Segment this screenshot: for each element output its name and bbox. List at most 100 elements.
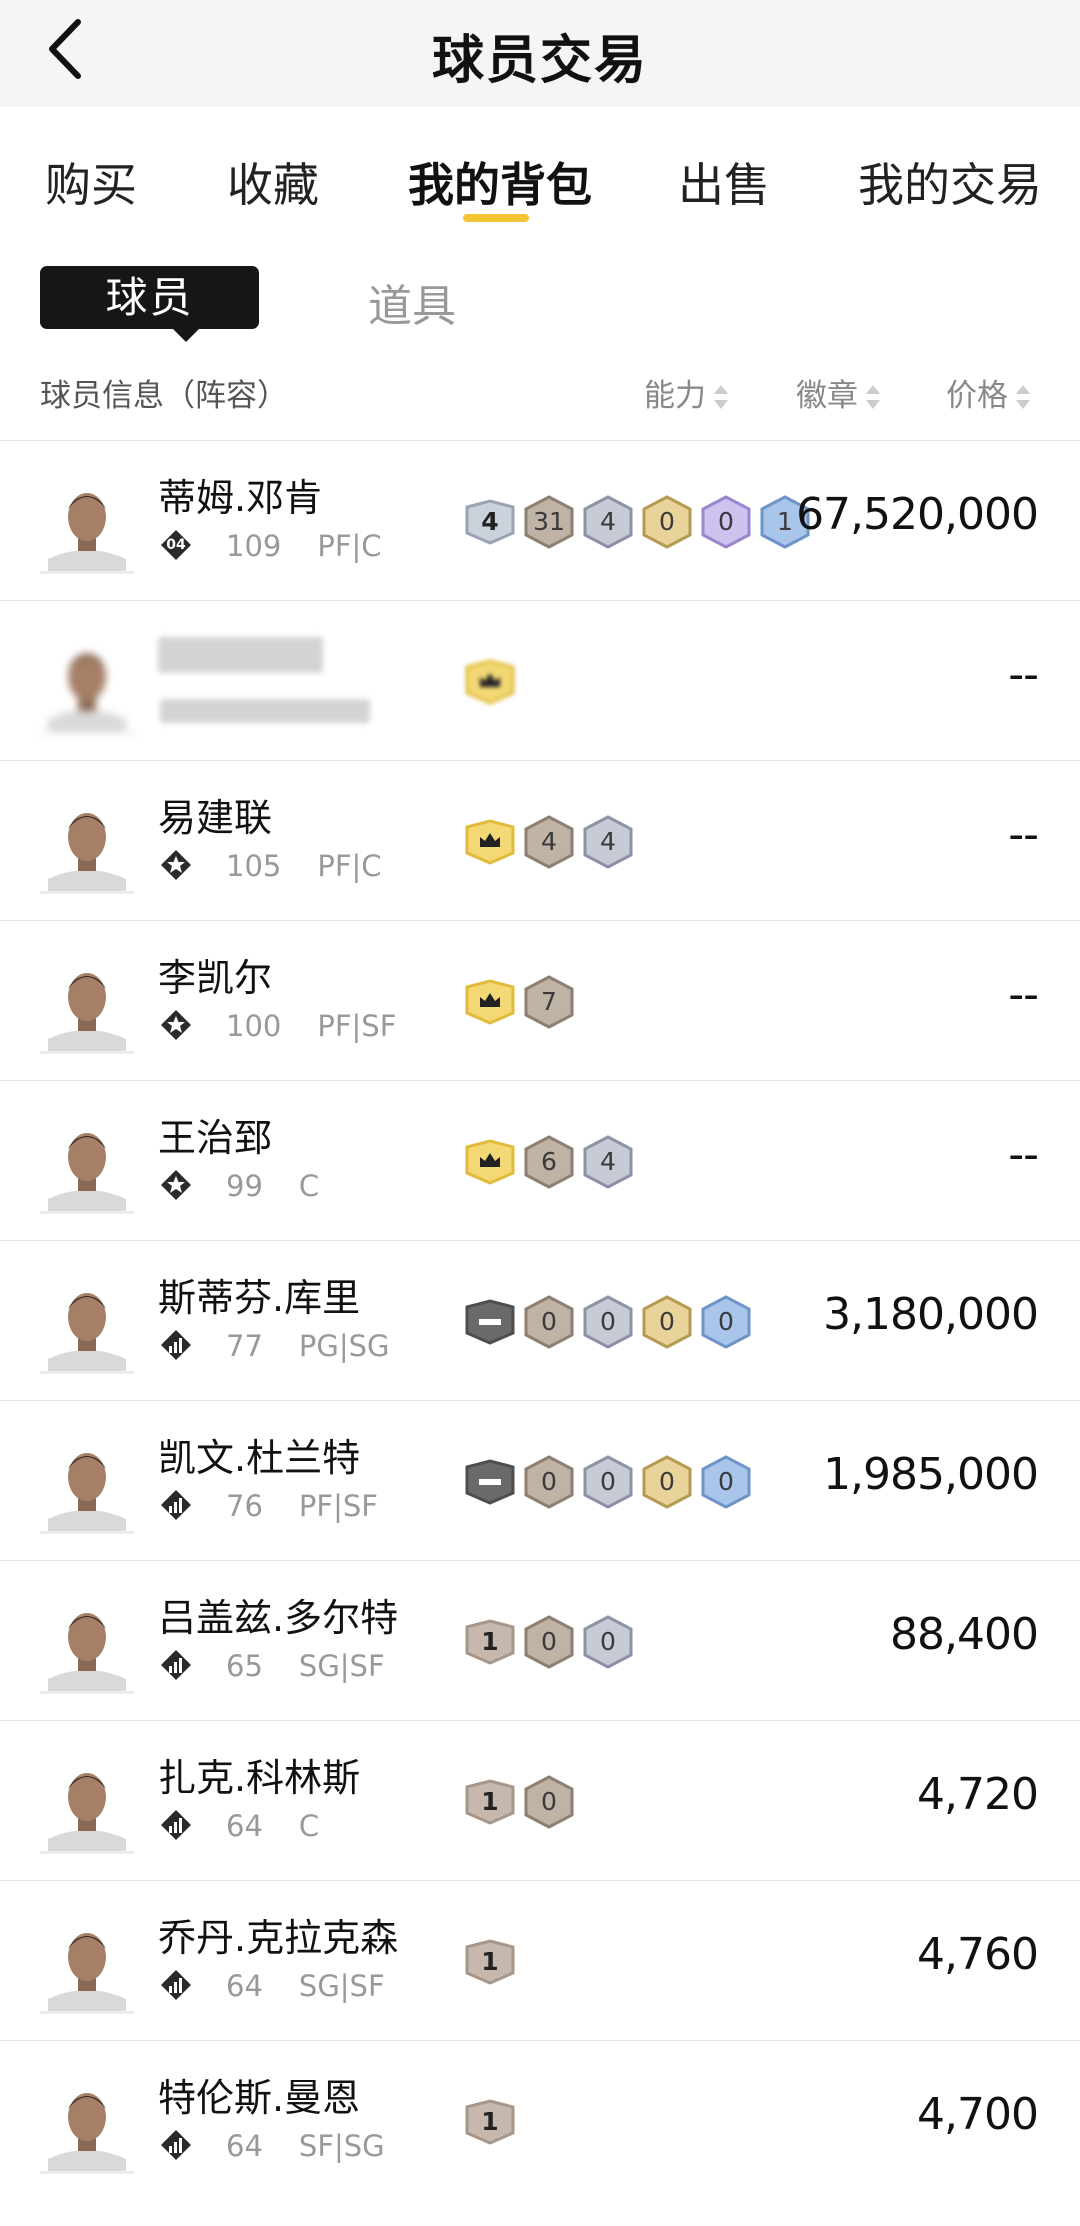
tab-sell[interactable]: 出售 bbox=[678, 149, 770, 215]
player-row[interactable]: 王治郅 99 C 6 4 -- bbox=[0, 1080, 1080, 1241]
badge-count: 0 bbox=[718, 1467, 734, 1496]
top-bar: 球员交易 bbox=[0, 0, 1080, 107]
player-avatar bbox=[40, 1117, 134, 1214]
player-avatar bbox=[40, 2077, 134, 2174]
active-tab-indicator bbox=[463, 214, 529, 222]
player-position: C bbox=[298, 1809, 320, 1843]
player-row[interactable]: 易建联 105 PF|C 4 4 -- bbox=[0, 760, 1080, 921]
player-row[interactable]: 乔丹.克拉克森 64 SG|SF 1 4,760 bbox=[0, 1880, 1080, 2041]
player-position: PG|SG bbox=[298, 1329, 390, 1363]
player-rating: 64 bbox=[226, 1969, 263, 2003]
player-name: 斯蒂芬.库里 bbox=[158, 1276, 361, 1320]
gold-badge-icon: 0 bbox=[641, 1455, 693, 1509]
badge-count: 4 bbox=[600, 507, 616, 536]
level-bronze-badge-icon: 1 bbox=[464, 1775, 516, 1829]
badge-count: 0 bbox=[541, 1307, 557, 1336]
tab-my-trades[interactable]: 我的交易 bbox=[858, 149, 1042, 215]
player-position: PF|SF bbox=[317, 1009, 397, 1043]
player-avatar bbox=[40, 477, 134, 574]
badge-count: 0 bbox=[600, 1627, 616, 1656]
column-header-ability[interactable]: 能力 bbox=[644, 370, 728, 415]
player-name: 李凯尔 bbox=[158, 956, 273, 1000]
badge-count: 0 bbox=[541, 1627, 557, 1656]
tier-04-icon: 04 bbox=[160, 529, 192, 561]
tab-favorites[interactable]: 收藏 bbox=[227, 149, 319, 215]
dash-badge-icon bbox=[464, 1295, 516, 1349]
player-price: 4,700 bbox=[917, 2089, 1039, 2140]
player-row[interactable]: 特伦斯.曼恩 64 SF|SG 1 4,700 bbox=[0, 2040, 1080, 2201]
player-avatar bbox=[40, 957, 134, 1054]
player-name: 王治郅 bbox=[158, 1116, 273, 1160]
player-row[interactable]: -- bbox=[0, 600, 1080, 761]
player-row[interactable]: 李凯尔 100 PF|SF 7 -- bbox=[0, 920, 1080, 1081]
player-meta: 100 PF|SF bbox=[226, 1009, 396, 1043]
player-rating: 64 bbox=[226, 2129, 263, 2163]
badge-count: 0 bbox=[541, 1787, 557, 1816]
badge-count: 0 bbox=[541, 1467, 557, 1496]
badge-count: 1 bbox=[481, 1947, 499, 1976]
price-label: 价格 bbox=[946, 378, 1008, 414]
player-row[interactable]: 凯文.杜兰特 76 PF|SF 0 0 0 0 1,985,000 bbox=[0, 1400, 1080, 1561]
dash-badge-icon bbox=[464, 1455, 516, 1509]
player-meta: 76 PF|SF bbox=[226, 1489, 378, 1523]
player-position: C bbox=[298, 1169, 320, 1203]
tab-my-backpack[interactable]: 我的背包 bbox=[408, 149, 592, 215]
blue-badge-icon: 0 bbox=[700, 1455, 752, 1509]
bronze-badge-icon: 0 bbox=[523, 1775, 575, 1829]
purple-badge-icon: 0 bbox=[700, 495, 752, 549]
player-price: 67,520,000 bbox=[796, 489, 1039, 540]
badge-count: 0 bbox=[718, 1307, 734, 1336]
bronze-badge-icon: 4 bbox=[523, 815, 575, 869]
tab-buy[interactable]: 购买 bbox=[45, 149, 137, 215]
bronze-badge-icon: 6 bbox=[523, 1135, 575, 1189]
silver-badge-icon: 4 bbox=[582, 495, 634, 549]
player-row[interactable]: 斯蒂芬.库里 77 PG|SG 0 0 0 0 3,180,000 bbox=[0, 1240, 1080, 1401]
subtab-items[interactable]: 道具 bbox=[368, 270, 456, 334]
player-avatar bbox=[40, 1277, 134, 1374]
column-header-price[interactable]: 价格 bbox=[946, 370, 1030, 415]
player-avatar bbox=[40, 637, 134, 734]
player-price: 4,720 bbox=[917, 1769, 1039, 1820]
badge-count: 1 bbox=[481, 1787, 499, 1816]
crown-badge-icon bbox=[464, 815, 516, 869]
badge-count: 0 bbox=[600, 1307, 616, 1336]
player-meta: 65 SG|SF bbox=[226, 1649, 385, 1683]
column-header-badges[interactable]: 徽章 bbox=[796, 370, 880, 415]
player-rating: 64 bbox=[226, 1809, 263, 1843]
player-meta: 64 SF|SG bbox=[226, 2129, 385, 2163]
bronze-badge-icon: 31 bbox=[523, 495, 575, 549]
player-row[interactable]: 吕盖兹.多尔特 65 SG|SF 1 0 0 88,400 bbox=[0, 1560, 1080, 1721]
bronze-badge-icon: 0 bbox=[523, 1295, 575, 1349]
badge-count: 7 bbox=[541, 987, 557, 1016]
level-bronze-badge-icon: 1 bbox=[464, 2095, 516, 2149]
badge-count: 1 bbox=[481, 1627, 499, 1656]
ability-label: 能力 bbox=[644, 378, 706, 414]
star-tier-icon bbox=[160, 849, 192, 881]
blurred-name bbox=[158, 637, 323, 673]
bars-tier-icon bbox=[160, 1809, 192, 1841]
player-price: 1,985,000 bbox=[823, 1449, 1039, 1500]
badge-count: 6 bbox=[541, 1147, 557, 1176]
subtab-players[interactable]: 球员 bbox=[40, 266, 259, 342]
player-meta: 77 PG|SG bbox=[226, 1329, 390, 1363]
bars-tier-icon bbox=[160, 1329, 192, 1361]
badge-count: 0 bbox=[718, 507, 734, 536]
gold-badge-icon: 0 bbox=[641, 1295, 693, 1349]
player-name: 扎克.科林斯 bbox=[158, 1756, 361, 1800]
crown-badge-icon bbox=[464, 655, 516, 709]
sort-icon bbox=[714, 384, 728, 411]
player-price: 88,400 bbox=[890, 1609, 1039, 1660]
silver-badge-icon: 0 bbox=[582, 1615, 634, 1669]
player-position: SG|SF bbox=[298, 1969, 385, 2003]
badge-count: 31 bbox=[533, 507, 565, 536]
player-meta: 105 PF|C bbox=[226, 849, 382, 883]
badge-count: 0 bbox=[659, 1307, 675, 1336]
page-title: 球员交易 bbox=[431, 31, 648, 91]
badge-count: 0 bbox=[600, 1467, 616, 1496]
badge-count: 0 bbox=[659, 1467, 675, 1496]
crown-badge-icon bbox=[464, 1135, 516, 1189]
player-row[interactable]: 蒂姆.邓肯 04 109 PF|C 4 31 4 0 0 1 67,520,000 bbox=[0, 440, 1080, 601]
tier-label: 04 bbox=[166, 537, 186, 553]
player-row[interactable]: 扎克.科林斯 64 C 1 0 4,720 bbox=[0, 1720, 1080, 1881]
player-rating: 77 bbox=[226, 1329, 263, 1363]
